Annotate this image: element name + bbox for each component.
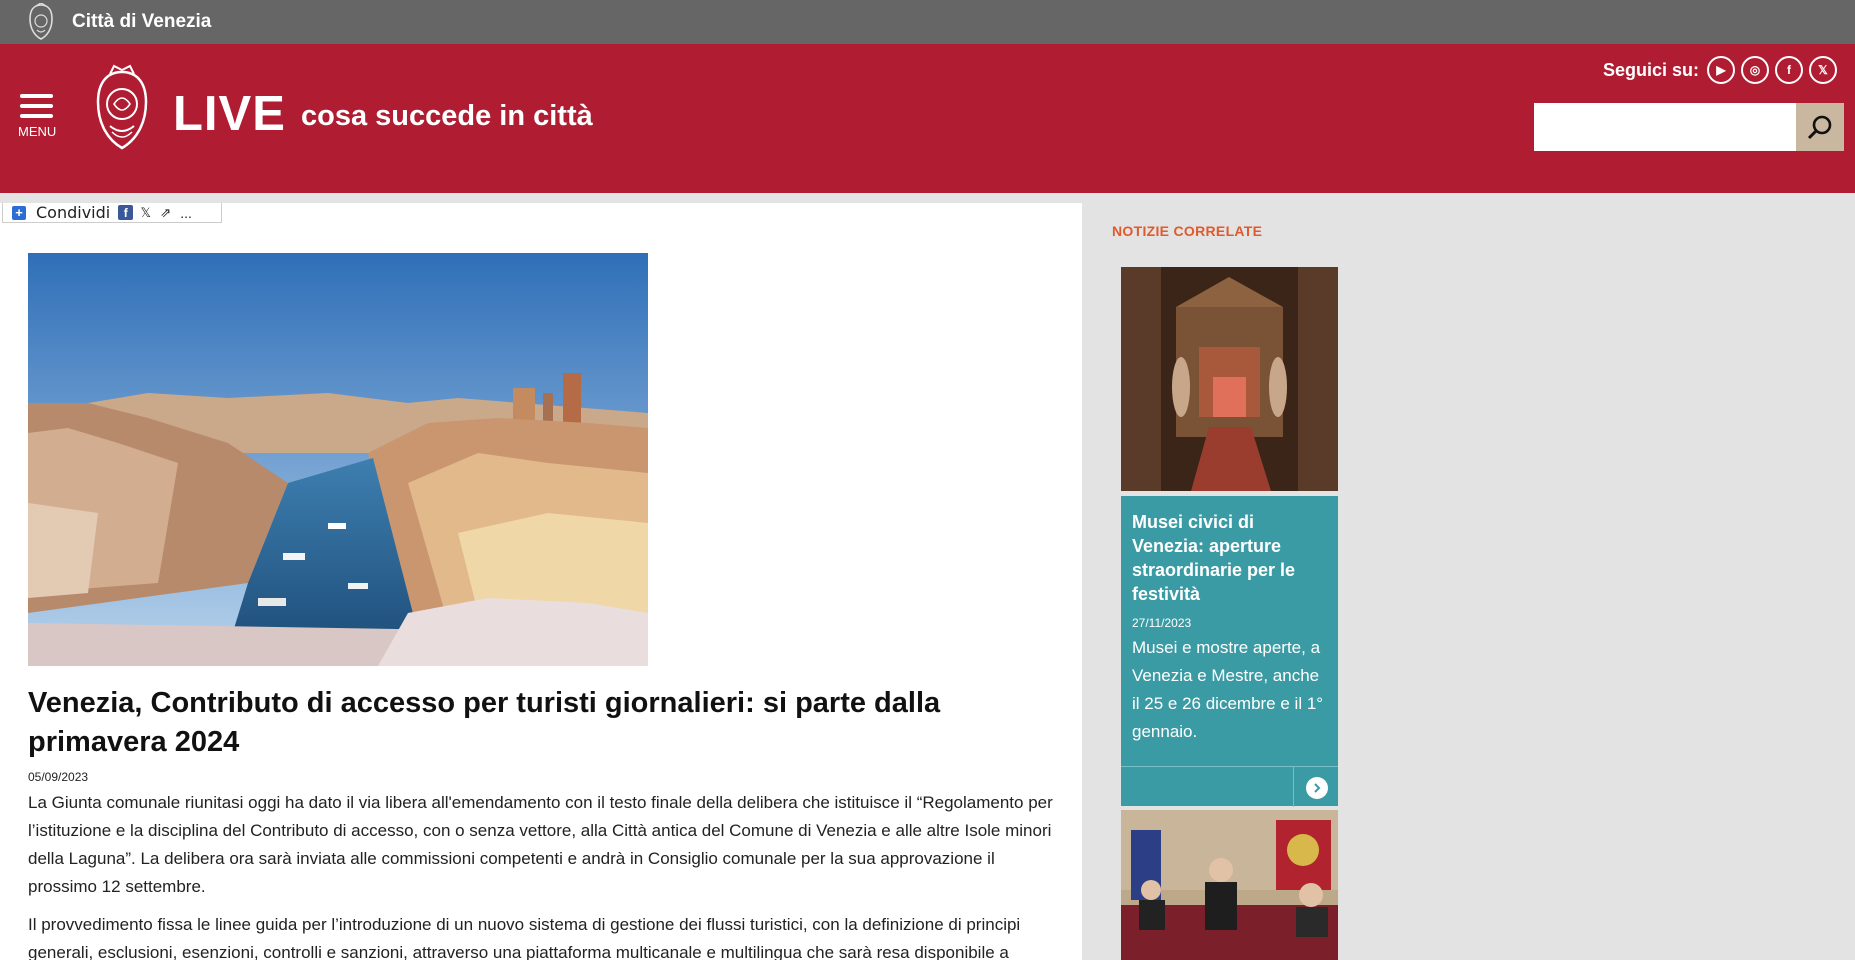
share-bar[interactable]: + Condividi f 𝕏 ⇗ ... [2, 203, 222, 223]
article-paragraph: La Giunta comunale riunitasi oggi ha dat… [28, 793, 1053, 896]
share-arrow-icon[interactable]: ⇗ [158, 205, 173, 220]
chevron-right-icon[interactable] [1306, 777, 1328, 799]
search-input[interactable] [1534, 103, 1796, 151]
social-links: Seguici su: ▶ ◎ f 𝕏 [1603, 56, 1837, 84]
share-more-button[interactable]: ... [180, 205, 192, 221]
menu-button[interactable]: MENU [18, 94, 58, 142]
hamburger-icon [20, 94, 53, 98]
facebook-share-icon[interactable]: f [118, 205, 134, 220]
city-crest-icon[interactable] [27, 3, 55, 41]
site-header: MENU LIVE cosa succede in città Seguici … [0, 44, 1855, 193]
share-plus-icon[interactable]: + [12, 205, 26, 220]
site-title[interactable]: LIVE [173, 86, 286, 142]
article-title: Venezia, Contributo di accesso per turis… [28, 687, 941, 758]
hamburger-line [20, 114, 53, 118]
related-news-card-footer [1121, 766, 1338, 807]
menu-label: MENU [18, 124, 57, 139]
facebook-icon[interactable]: f [1775, 56, 1803, 84]
article-column: + Condividi f 𝕏 ⇗ ... Venezia, Contribut… [0, 203, 1082, 960]
related-news-image-2[interactable] [1121, 810, 1338, 960]
article-paragraph: Il provvedimento fissa le linee guida pe… [28, 915, 1021, 960]
search-icon [1807, 115, 1832, 140]
x-icon[interactable]: 𝕏 [1809, 56, 1837, 84]
related-news-title[interactable]: Musei civici di Venezia: aperture straor… [1132, 510, 1328, 606]
hamburger-line [20, 104, 53, 108]
related-news-heading: NOTIZIE CORRELATE [1112, 223, 1263, 239]
instagram-icon[interactable]: ◎ [1741, 56, 1769, 84]
related-news-date: 27/11/2023 [1132, 616, 1192, 630]
share-label[interactable]: Condividi [36, 203, 110, 222]
follow-label: Seguici su: [1602, 59, 1699, 80]
card-footer-divider [1293, 767, 1294, 807]
x-share-icon[interactable]: 𝕏 [138, 205, 153, 220]
top-bar: Città di Venezia [0, 0, 1855, 44]
search-button[interactable] [1796, 103, 1844, 151]
related-news-image[interactable] [1121, 267, 1338, 491]
venice-lion-crest-icon[interactable] [92, 64, 152, 152]
site-subtitle: cosa succede in città [301, 100, 593, 132]
related-news-card[interactable]: Musei civici di Venezia: aperture straor… [1121, 267, 1338, 807]
city-name-link[interactable]: Città di Venezia [72, 11, 211, 33]
article-date: 05/09/2023 [28, 770, 89, 784]
related-news-description: Musei e mostre aperte, a Venezia e Mestr… [1132, 638, 1324, 741]
related-news-card-body: Musei civici di Venezia: aperture straor… [1121, 496, 1338, 766]
article-hero-image [28, 253, 648, 666]
youtube-icon[interactable]: ▶ [1707, 56, 1735, 84]
